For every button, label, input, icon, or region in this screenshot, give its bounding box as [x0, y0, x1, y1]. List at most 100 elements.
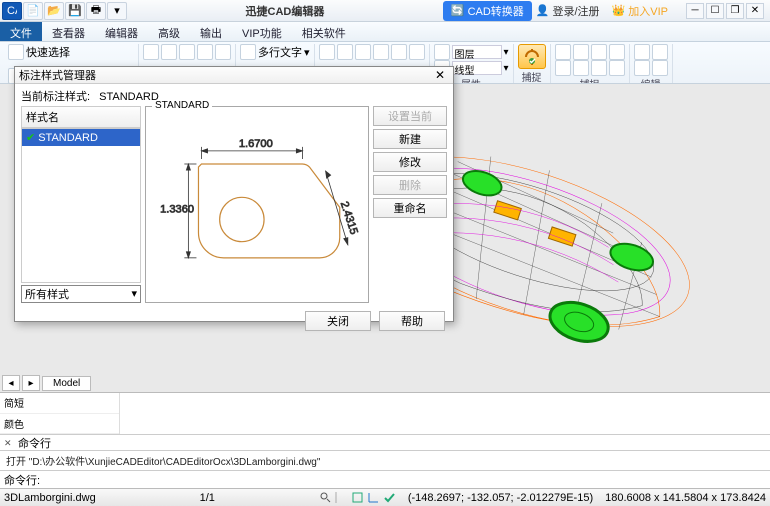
tab-output[interactable]: 输出	[190, 22, 232, 41]
mid-icon[interactable]	[573, 44, 589, 60]
dialog-title: 标注样式管理器	[19, 67, 96, 83]
trim-icon[interactable]	[409, 44, 425, 60]
group-osnap: 捕捉	[551, 44, 630, 84]
end-icon[interactable]	[555, 44, 571, 60]
style-item-standard[interactable]: ✔ STANDARD	[22, 129, 140, 146]
status-check-icon[interactable]	[383, 491, 396, 504]
rotate-icon[interactable]	[355, 44, 371, 60]
style-preview: STANDARD 1.6700 1.3360	[145, 106, 369, 303]
print-icon[interactable]: 🖶	[86, 2, 106, 20]
restore-icon[interactable]: ❐	[726, 3, 744, 19]
open-icon[interactable]: 📂	[44, 2, 64, 20]
check-icon: ✔	[26, 131, 35, 144]
tab-advanced[interactable]: 高级	[148, 22, 190, 41]
linetype-combo[interactable]: 线型	[452, 61, 502, 75]
rename-button[interactable]: 重命名	[373, 198, 447, 218]
command-history: 打开 "D:\办公软件\XunjieCADEditor\CADEditorOcx…	[0, 451, 770, 470]
command-input[interactable]: 命令行:	[0, 470, 770, 488]
copy-icon[interactable]	[337, 44, 353, 60]
vip-button[interactable]: 👑加入VIP	[604, 1, 676, 21]
style-list-body[interactable]: ✔ STANDARD	[21, 128, 141, 283]
login-button[interactable]: 👤登录/注册	[536, 3, 600, 19]
quick-access-toolbar: CAD 📄 📂 💾 🖶 ▾	[0, 2, 127, 20]
new-icon[interactable]: 📄	[23, 2, 43, 20]
current-style-label: 当前标注样式:	[21, 91, 90, 103]
status-page: 1/1	[108, 492, 307, 504]
tab-related[interactable]: 相关软件	[292, 22, 356, 41]
cad-convert-button[interactable]: 🔄CAD转换器	[443, 1, 532, 21]
cut-icon[interactable]	[634, 60, 650, 76]
model-tab[interactable]: Model	[42, 376, 91, 391]
status-zoom-icon[interactable]	[319, 491, 332, 504]
current-style-value: STANDARD	[99, 91, 159, 103]
close-icon[interactable]: ✕	[746, 3, 764, 19]
dialog-close-icon[interactable]: ✕	[431, 68, 449, 82]
status-size: 180.6008 x 141.5804 x 173.8424	[605, 492, 766, 504]
help-button[interactable]: 帮助	[379, 311, 445, 331]
status-coords: (-148.2697; -132.057; -2.012279E-15)	[408, 492, 593, 504]
maximize-icon[interactable]: ☐	[706, 3, 724, 19]
undo-icon[interactable]	[634, 44, 650, 60]
style-list-header: 样式名	[21, 106, 141, 128]
tab-next-icon[interactable]: ▸	[22, 375, 40, 391]
scale-icon[interactable]	[391, 44, 407, 60]
tan-icon[interactable]	[609, 60, 625, 76]
tab-file[interactable]: 文件	[0, 22, 42, 41]
cursor-icon[interactable]	[8, 44, 24, 60]
ribbon-tabs: 文件 查看器 编辑器 高级 输出 VIP功能 相关软件	[0, 22, 770, 42]
delete-button: 删除	[373, 175, 447, 195]
snap-button[interactable]	[518, 44, 546, 69]
status-filename: 3DLamborgini.dwg	[4, 492, 96, 504]
new-button[interactable]: 新建	[373, 129, 447, 149]
tab-vip[interactable]: VIP功能	[232, 22, 292, 41]
modify-button[interactable]: 修改	[373, 152, 447, 172]
status-sep-icon	[335, 491, 348, 504]
dim-left: 1.3360	[160, 203, 194, 215]
arc-icon[interactable]	[197, 44, 213, 60]
status-snap-icon[interactable]	[351, 491, 364, 504]
dimstyle-dialog: 标注样式管理器 ✕ 当前标注样式: STANDARD 样式名 ✔ STANDAR…	[14, 66, 454, 322]
title-bar: CAD 📄 📂 💾 🖶 ▾ 迅捷CAD编辑器 🔄CAD转换器 👤登录/注册 👑加…	[0, 0, 770, 22]
set-current-button: 设置当前	[373, 106, 447, 126]
convert-icon: 🔄	[451, 4, 465, 17]
dim-right: 2.4315	[338, 200, 360, 236]
node-icon[interactable]	[609, 44, 625, 60]
style-list: 样式名 ✔ STANDARD 所有样式 ▾	[21, 106, 141, 303]
circle-icon[interactable]	[179, 44, 195, 60]
command-panel: 简短 颜色 ✕ 命令行 打开 "D:\办公软件\XunjieCADEditor\…	[0, 392, 770, 488]
perp-icon[interactable]	[591, 60, 607, 76]
panel-title: 命令行	[18, 435, 51, 451]
preview-legend: STANDARD	[152, 100, 212, 111]
text-icon[interactable]	[240, 44, 256, 60]
rect-icon[interactable]	[215, 44, 231, 60]
dim-top: 1.6700	[239, 138, 273, 150]
panel-tab-1[interactable]: 简短	[0, 393, 119, 414]
save-icon[interactable]: 💾	[65, 2, 85, 20]
panel-close-icon[interactable]: ✕	[4, 438, 14, 448]
polyline-icon[interactable]	[161, 44, 177, 60]
tab-editor[interactable]: 编辑器	[95, 22, 148, 41]
int-icon[interactable]	[573, 60, 589, 76]
group-snap: 捕捉	[514, 44, 551, 84]
minimize-icon[interactable]: ─	[686, 3, 704, 19]
style-filter-combo[interactable]: 所有样式 ▾	[21, 285, 141, 303]
redo-icon[interactable]	[652, 44, 668, 60]
line-icon[interactable]	[143, 44, 159, 60]
panel-tab-2[interactable]: 颜色	[0, 414, 119, 435]
layer-icon[interactable]	[434, 44, 450, 60]
status-bar: 3DLamborgini.dwg 1/1 (-148.2697; -132.05…	[0, 488, 770, 506]
crown-icon: 👑	[612, 4, 626, 17]
status-ortho-icon[interactable]	[367, 491, 380, 504]
close-button[interactable]: 关闭	[305, 311, 371, 331]
quad-icon[interactable]	[555, 60, 571, 76]
tab-viewer[interactable]: 查看器	[42, 22, 95, 41]
paste-icon[interactable]	[652, 60, 668, 76]
mirror-icon[interactable]	[373, 44, 389, 60]
move-icon[interactable]	[319, 44, 335, 60]
app-menu-button[interactable]: CAD	[2, 2, 22, 20]
layer-combo[interactable]: 图层	[452, 45, 502, 59]
dropdown-icon[interactable]: ▾	[107, 2, 127, 20]
app-title: 迅捷CAD编辑器	[127, 3, 443, 19]
tab-prev-icon[interactable]: ◂	[2, 375, 20, 391]
cen-icon[interactable]	[591, 44, 607, 60]
